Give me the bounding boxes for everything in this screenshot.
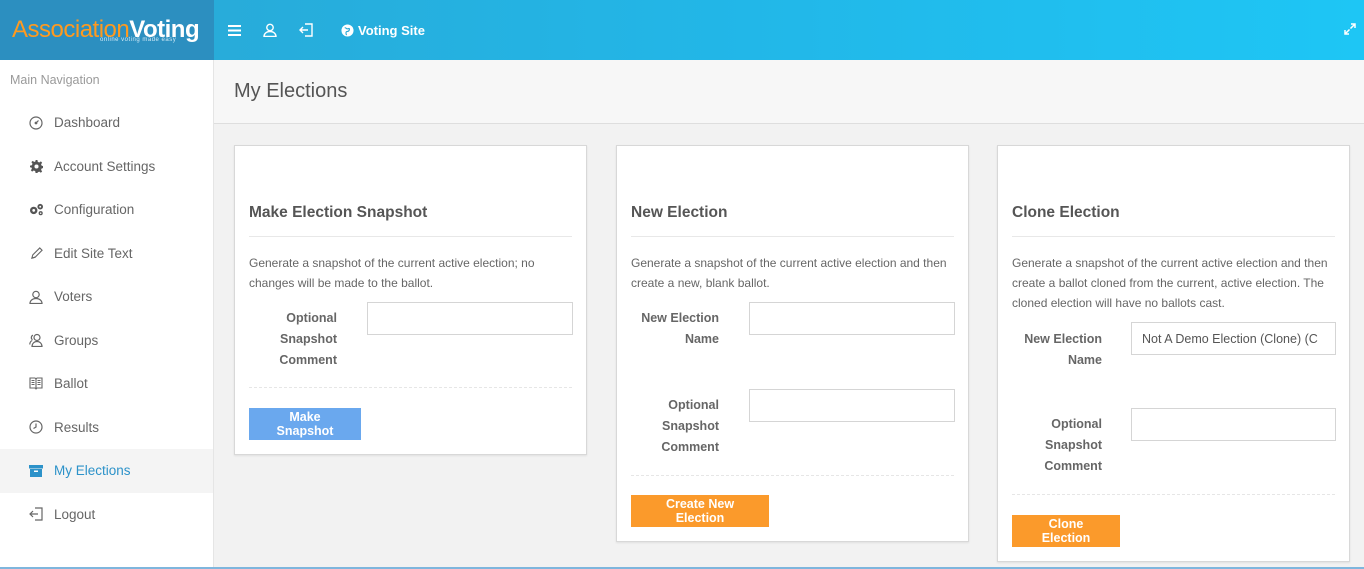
sidebar-item-label: Voters (54, 289, 93, 305)
fullscreen-button[interactable] (1344, 22, 1356, 40)
snapshot-card: Make Election Snapshot Generate a snapsh… (234, 145, 587, 455)
sidebar-item-label: My Elections (54, 463, 131, 479)
snapshot-card-title: Make Election Snapshot (249, 204, 572, 237)
clone-election-comment-input[interactable] (1131, 408, 1336, 441)
sidebar-item-label: Configuration (54, 202, 135, 218)
clone-election-card-title: Clone Election (1012, 204, 1335, 237)
profile-button[interactable] (263, 0, 277, 60)
clone-election-card-description: Generate a snapshot of the current activ… (1012, 256, 1328, 310)
sidebar-item-edit-site-text[interactable]: Edit Site Text (0, 232, 213, 276)
sidebar-item-label: Account Settings (54, 158, 156, 174)
new-election-card: New Election Generate a snapshot of the … (616, 145, 969, 542)
gears-icon (28, 202, 44, 218)
menu-toggle-button[interactable] (228, 0, 241, 60)
pencil-icon (28, 245, 44, 261)
hamburger-icon (228, 24, 241, 36)
logout-button[interactable] (299, 0, 313, 60)
voting-site-link[interactable]: Voting Site (341, 23, 425, 38)
sidebar-item-logout[interactable]: Logout (0, 493, 213, 537)
user-icon (263, 23, 277, 37)
sidebar-item-label: Logout (54, 506, 96, 522)
clone-election-button[interactable]: Clone Election (1012, 515, 1120, 547)
sidebar-item-ballot[interactable]: Ballot (0, 362, 213, 406)
clone-election-name-input[interactable] (1131, 322, 1336, 355)
voting-site-label: Voting Site (358, 22, 425, 38)
sidebar: Main Navigation Dashboard Account Settin… (0, 60, 214, 569)
sidebar-item-groups[interactable]: Groups (0, 319, 213, 363)
new-election-comment-label: Optional Snapshot Comment (661, 398, 719, 454)
new-election-comment-input[interactable] (749, 389, 955, 422)
brand-tagline: online voting made easy (100, 37, 177, 43)
clone-election-name-label: New Election Name (1024, 332, 1102, 367)
sidebar-item-label: Ballot (54, 376, 88, 392)
sidebar-item-my-elections[interactable]: My Elections (0, 449, 213, 493)
users-icon (28, 332, 44, 348)
sidebar-item-results[interactable]: Results (0, 406, 213, 450)
create-new-election-button[interactable]: Create New Election (631, 495, 769, 527)
sidebar-item-label: Dashboard (54, 115, 121, 131)
page-title: My Elections (214, 60, 1364, 124)
divider (249, 387, 572, 388)
clock-icon (28, 419, 44, 435)
new-election-name-label: New Election Name (641, 311, 719, 346)
top-bar: Association Voting online voting made eas… (0, 0, 1364, 60)
dashboard-icon (28, 115, 44, 131)
globe-icon (341, 23, 354, 37)
snapshot-card-description: Generate a snapshot of the current activ… (249, 256, 535, 290)
sidebar-item-label: Edit Site Text (54, 245, 133, 261)
sidebar-item-voters[interactable]: Voters (0, 275, 213, 319)
logout-icon (28, 506, 44, 522)
new-election-card-description: Generate a snapshot of the current activ… (631, 256, 947, 290)
sidebar-item-label: Results (54, 419, 100, 435)
new-election-card-title: New Election (631, 204, 954, 237)
snapshot-comment-input[interactable] (367, 302, 573, 335)
user-icon (28, 289, 44, 305)
sidebar-item-configuration[interactable]: Configuration (0, 188, 213, 232)
sidebar-item-label: Groups (54, 332, 99, 348)
main-content: My Elections Make Election Snapshot Gene… (214, 60, 1364, 569)
expand-icon (1344, 23, 1356, 35)
gear-icon (28, 158, 44, 174)
divider (631, 475, 954, 476)
divider (1012, 494, 1335, 495)
sidebar-item-dashboard[interactable]: Dashboard (0, 101, 213, 145)
sidebar-item-account-settings[interactable]: Account Settings (0, 145, 213, 189)
brand-logo[interactable]: Association Voting online voting made eas… (0, 0, 214, 60)
nav-header: Main Navigation (10, 73, 100, 87)
new-election-name-input[interactable] (749, 302, 955, 335)
clone-election-comment-label: Optional Snapshot Comment (1044, 417, 1102, 473)
archive-icon (28, 463, 44, 479)
snapshot-comment-label: Optional Snapshot Comment (279, 311, 337, 367)
logout-icon (299, 23, 313, 37)
clone-election-card: Clone Election Generate a snapshot of th… (997, 145, 1350, 562)
make-snapshot-button[interactable]: Make Snapshot (249, 408, 361, 440)
book-icon (28, 376, 44, 392)
